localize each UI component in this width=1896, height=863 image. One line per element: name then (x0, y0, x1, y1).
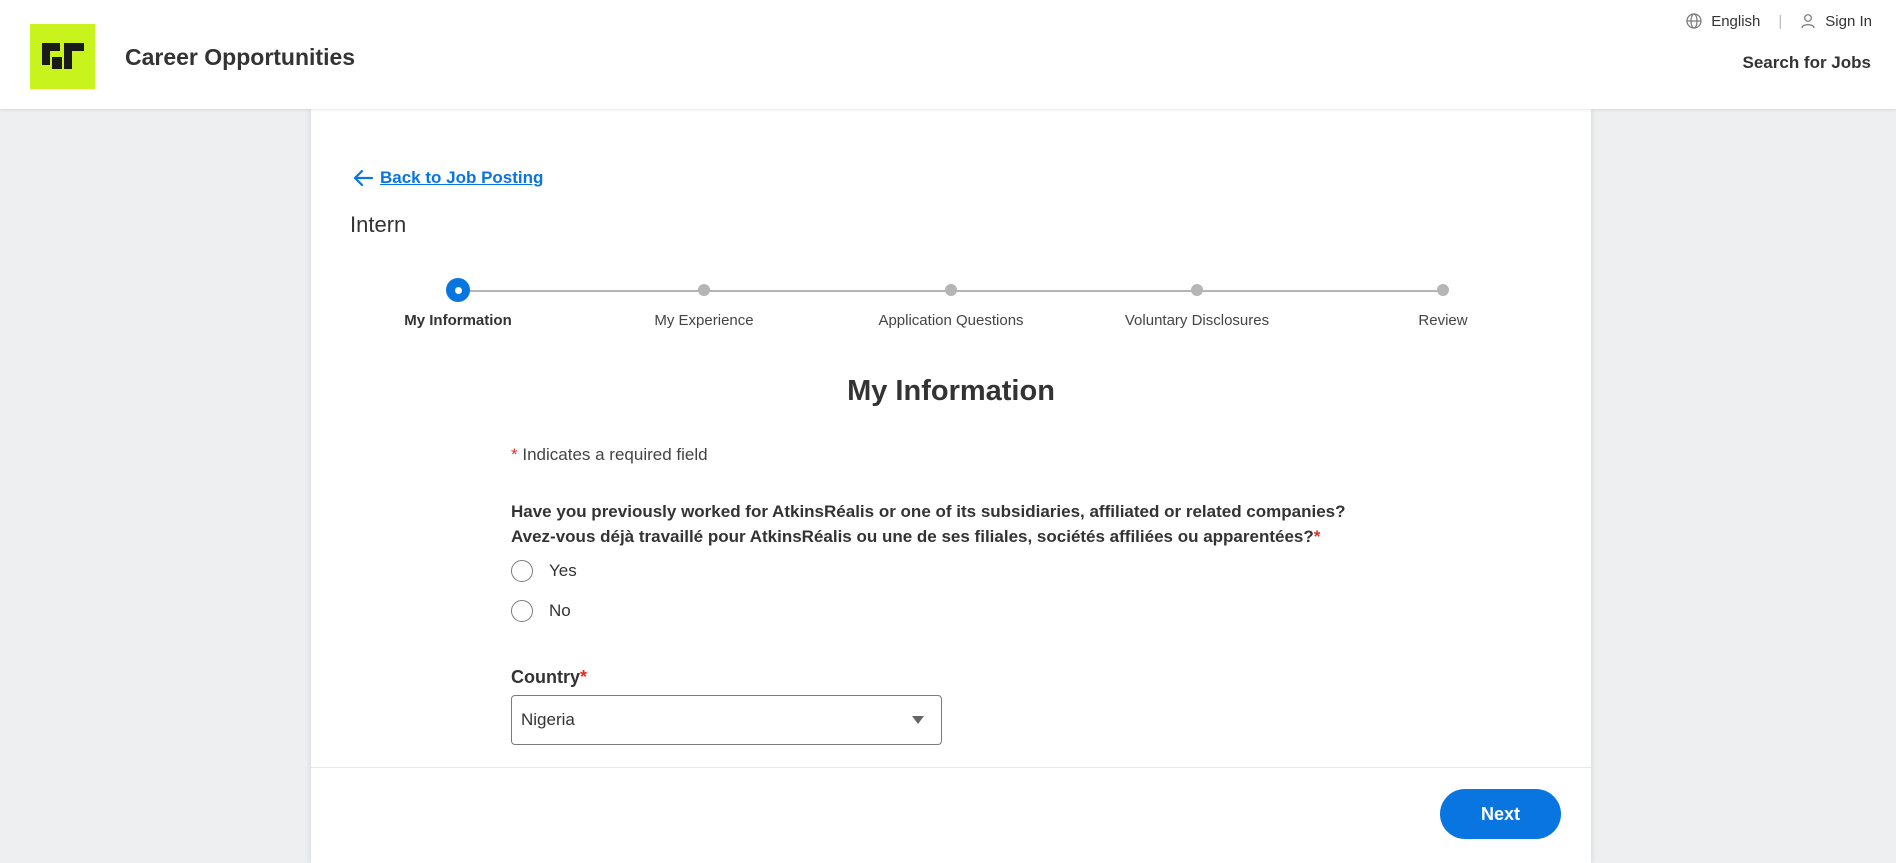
application-card: Back to Job Posting Intern My Informatio… (311, 109, 1591, 863)
step-label: Review (1418, 312, 1468, 329)
previous-employment-question: Have you previously worked for AtkinsRéa… (511, 499, 1411, 549)
search-for-jobs-link[interactable]: Search for Jobs (1743, 53, 1872, 73)
utility-nav: English | Sign In (1686, 11, 1872, 31)
sign-in-link[interactable]: Sign In (1800, 13, 1872, 30)
step-label: My Information (404, 312, 512, 329)
back-to-job-posting-link[interactable]: Back to Job Posting (352, 168, 543, 188)
language-label: English (1711, 12, 1761, 30)
step-label: My Experience (654, 312, 754, 329)
required-star: * (1313, 527, 1321, 546)
step-indicator (1437, 284, 1449, 296)
question-line-french: Avez-vous déjà travaillé pour AtkinsRéal… (511, 527, 1314, 546)
site-title: Career Opportunities (125, 44, 356, 70)
question-line-english: Have you previously worked for AtkinsRéa… (511, 502, 1346, 521)
site-header: Career Opportunities English | Sign In S… (0, 0, 1896, 109)
job-title: Intern (350, 212, 407, 237)
radio-button[interactable] (511, 600, 533, 622)
step-indicator (945, 284, 957, 296)
required-note-text: Indicates a required field (522, 445, 708, 464)
step-label: Voluntary Disclosures (1124, 312, 1270, 329)
language-selector[interactable]: English (1686, 13, 1760, 30)
required-field-note: * Indicates a required field (511, 445, 708, 465)
country-select[interactable]: Nigeria (511, 695, 942, 745)
radio-label: Yes (549, 561, 577, 580)
radio-option-no[interactable]: No (511, 600, 571, 622)
logo-mark-icon (41, 42, 84, 69)
radio-button[interactable] (511, 560, 533, 582)
country-label: Country* (511, 667, 587, 688)
step-indicator (1191, 284, 1203, 296)
globe-icon (1686, 13, 1702, 29)
required-star: * (580, 667, 588, 687)
form-footer: Next (311, 767, 1591, 863)
next-button[interactable]: Next (1440, 789, 1561, 839)
user-icon (1801, 14, 1815, 29)
country-label-text: Country (511, 667, 580, 687)
country-select-value: Nigeria (521, 710, 575, 729)
arrow-left-icon (353, 169, 374, 187)
step-label: Application Questions (878, 312, 1024, 329)
step-indicator-active (446, 278, 470, 302)
required-star: * (511, 445, 518, 464)
caret-down-icon (912, 716, 924, 724)
radio-option-yes[interactable]: Yes (511, 560, 577, 582)
step-indicator (698, 284, 710, 296)
question-line-french-wrap: Avez-vous déjà travaillé pour AtkinsRéal… (511, 524, 1411, 549)
radio-label: No (549, 601, 571, 620)
section-title: My Information (847, 375, 1055, 407)
divider: | (1778, 12, 1783, 30)
back-link-label: Back to Job Posting (380, 168, 544, 187)
company-logo[interactable] (30, 24, 95, 89)
sign-in-label: Sign In (1825, 12, 1872, 30)
progress-stepper: My Information My Experience Application… (311, 278, 1591, 339)
